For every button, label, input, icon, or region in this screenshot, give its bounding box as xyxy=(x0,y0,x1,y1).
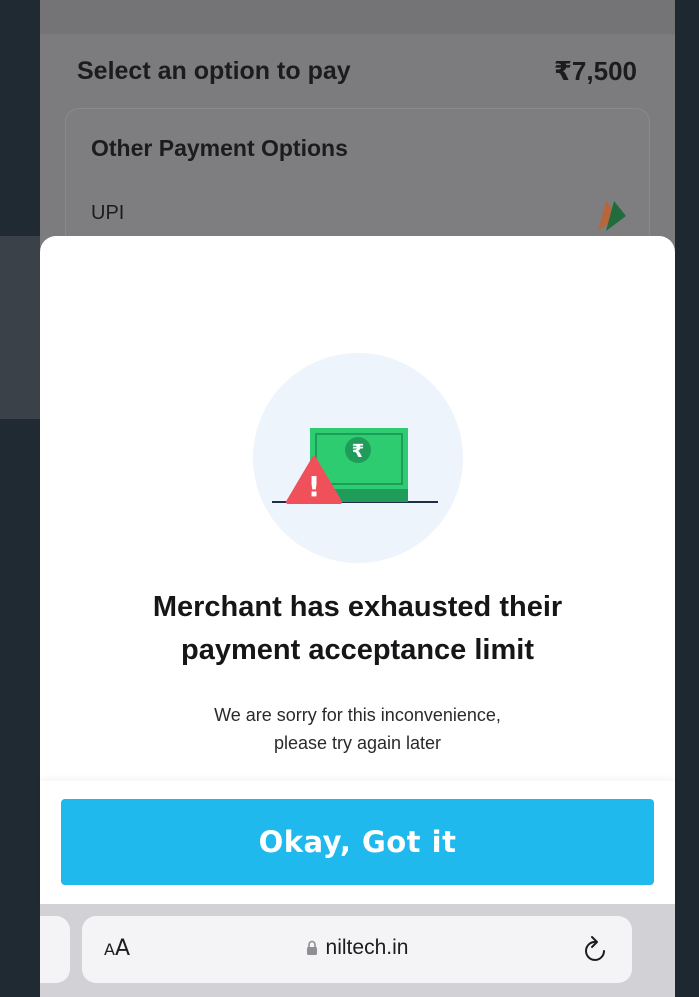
warning-symbol: ! xyxy=(308,470,321,503)
modal-heading: Merchant has exhausted their payment acc… xyxy=(40,586,675,672)
modal-subtext-line1: We are sorry for this inconvenience, xyxy=(214,705,501,725)
upi-logo-icon xyxy=(598,201,626,231)
payment-sheet: Select an option to pay ₹7,500 Other Pay… xyxy=(40,0,675,268)
rupee-symbol: ₹ xyxy=(352,441,365,462)
payment-heading: Select an option to pay xyxy=(77,57,351,85)
modal-footer: Okay, Got it xyxy=(40,781,675,904)
reload-icon[interactable] xyxy=(582,934,610,964)
background-page-edge xyxy=(0,0,40,997)
previous-tab-stub[interactable] xyxy=(40,916,70,983)
options-card-title: Other Payment Options xyxy=(91,135,348,161)
error-modal: ₹ ! Merchant has exhausted their payment… xyxy=(40,236,675,904)
url-text: niltech.in xyxy=(325,936,409,959)
cash-warning-icon: ₹ ! xyxy=(272,428,438,504)
upi-option-label[interactable]: UPI xyxy=(91,202,124,225)
lock-icon xyxy=(306,940,317,955)
okay-got-it-button[interactable]: Okay, Got it xyxy=(61,799,654,885)
payment-amount: ₹7,500 xyxy=(553,56,637,86)
modal-heading-line1: Merchant has exhausted their xyxy=(152,591,563,623)
modal-subtext-line2: please try again later xyxy=(273,733,442,753)
payment-header: Select an option to pay ₹7,500 xyxy=(77,56,637,87)
modal-subtext: We are sorry for this inconvenience, ple… xyxy=(40,701,675,757)
url-display[interactable]: niltech.in xyxy=(82,936,632,960)
address-bar[interactable]: AA niltech.in xyxy=(82,916,632,983)
background-band xyxy=(0,236,40,419)
browser-toolbar: AA niltech.in xyxy=(40,904,675,997)
sheet-top-strip xyxy=(40,0,675,34)
background-right-edge xyxy=(675,0,699,997)
modal-heading-line2: payment acceptance limit xyxy=(181,634,534,666)
